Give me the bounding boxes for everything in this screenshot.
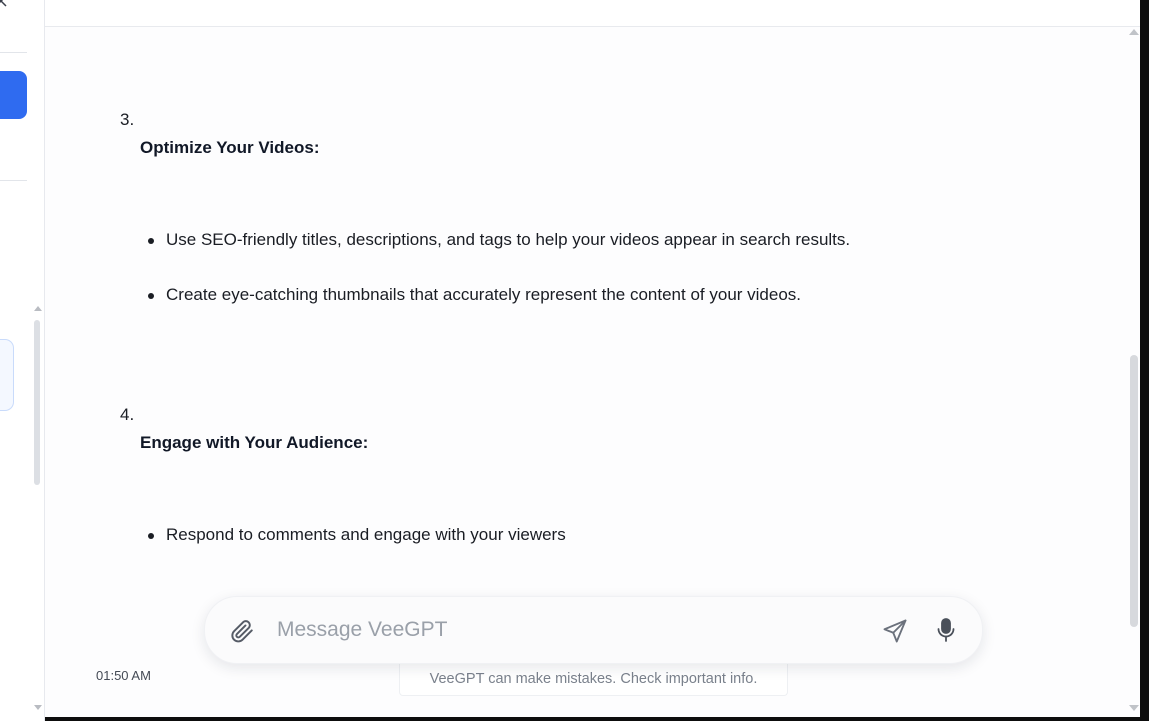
chat-scrollbar[interactable] <box>1130 355 1138 627</box>
list-item: Respond to comments and engage with your… <box>166 525 566 544</box>
scroll-down-icon[interactable] <box>1129 705 1139 711</box>
bullet-icon <box>148 533 154 539</box>
sidebar-divider <box>0 52 27 53</box>
new-chat-button[interactable] <box>0 71 27 119</box>
sidebar-divider <box>0 180 27 181</box>
list-item: Use SEO-friendly titles, descriptions, a… <box>166 230 851 249</box>
scroll-up-icon[interactable] <box>1129 29 1139 35</box>
window-edge <box>45 717 1149 721</box>
send-icon[interactable] <box>881 617 909 645</box>
close-icon[interactable] <box>0 0 8 8</box>
message-timestamp: 01:50 AM <box>96 668 151 683</box>
message-composer <box>204 596 983 664</box>
step-title: Engage with Your Audience: <box>140 433 369 452</box>
paperclip-icon[interactable] <box>229 618 255 644</box>
sidebar-chat-item-active[interactable] <box>0 339 14 411</box>
bullet-icon <box>148 238 154 244</box>
bullet-icon <box>148 293 154 299</box>
step-number: 3. <box>120 110 135 129</box>
window-edge <box>1140 0 1149 721</box>
step-title: Optimize Your Videos: <box>140 138 320 157</box>
disclaimer-text: VeeGPT can make mistakes. Check importan… <box>399 663 788 696</box>
sidebar <box>0 0 45 721</box>
chat-header <box>45 0 1140 27</box>
list-item: Create eye-catching thumbnails that accu… <box>166 285 802 304</box>
message-input[interactable] <box>275 611 859 649</box>
microphone-icon[interactable] <box>934 616 958 644</box>
sidebar-scroll-up-icon[interactable] <box>34 306 42 311</box>
sidebar-scrollbar[interactable] <box>34 320 40 485</box>
step-number: 4. <box>120 405 135 424</box>
app-window: 3. Optimize Your Videos: Use SEO-friendl… <box>0 0 1149 721</box>
sidebar-scroll-down-icon[interactable] <box>34 705 42 710</box>
chat-main: 3. Optimize Your Videos: Use SEO-friendl… <box>45 0 1140 717</box>
